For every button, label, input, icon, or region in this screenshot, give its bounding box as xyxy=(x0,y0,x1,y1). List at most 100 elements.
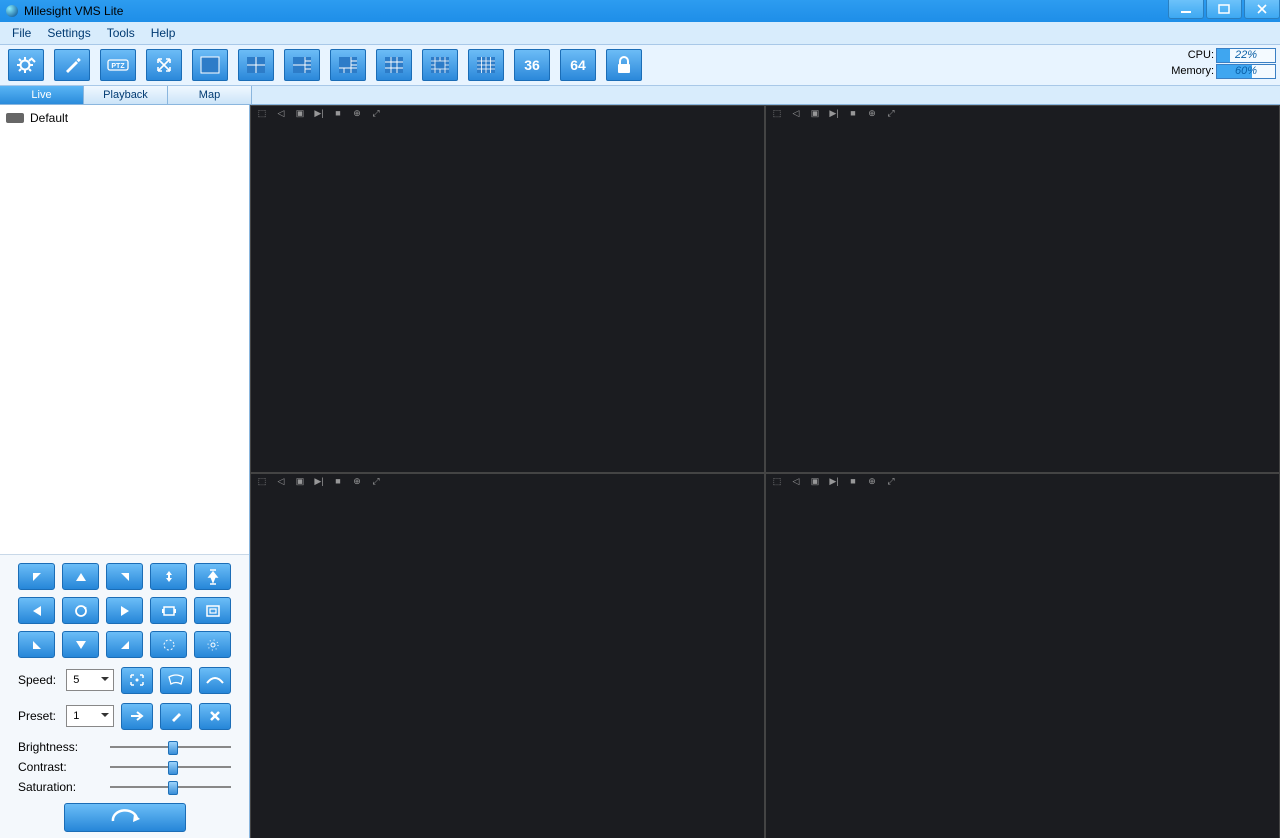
focus-near-button[interactable] xyxy=(150,597,187,624)
device-tree[interactable]: Default xyxy=(0,105,249,554)
app-icon xyxy=(6,5,18,17)
ptz-down-right[interactable] xyxy=(106,631,143,658)
iris-open-button[interactable] xyxy=(150,631,187,658)
aux-focus-button[interactable] xyxy=(121,667,153,694)
video-pane-3[interactable]: ⬚ ◁ ▣ ▶| ■ ⊕ ⤢ xyxy=(250,473,765,838)
ptz-up-left[interactable] xyxy=(18,563,55,590)
tab-map[interactable]: Map xyxy=(168,86,252,104)
maximize-button[interactable] xyxy=(1206,0,1242,19)
contrast-slider[interactable] xyxy=(110,759,231,775)
preset-label: Preset: xyxy=(18,709,59,723)
mute-icon[interactable]: ◁ xyxy=(791,108,801,119)
ptz-button[interactable]: PTZ xyxy=(100,49,136,81)
record-icon[interactable]: ⬚ xyxy=(772,476,782,487)
title-bar: Milesight VMS Lite xyxy=(0,0,1280,22)
fullscreen-icon[interactable]: ⤢ xyxy=(886,108,896,119)
stop-icon[interactable]: ■ xyxy=(848,108,858,119)
video-pane-4[interactable]: ⬚ ◁ ▣ ▶| ■ ⊕ ⤢ xyxy=(765,473,1280,838)
video-grid: ⬚ ◁ ▣ ▶| ■ ⊕ ⤢ ⬚ ◁ ▣ ▶| ■ ⊕ ⤢ ⬚ xyxy=(250,105,1280,838)
tab-playback[interactable]: Playback xyxy=(84,86,168,104)
wiper-button[interactable] xyxy=(160,667,192,694)
ptz-auto[interactable] xyxy=(62,597,99,624)
menu-file[interactable]: File xyxy=(4,26,39,40)
video-controls: ⬚ ◁ ▣ ▶| ■ ⊕ ⤢ xyxy=(772,108,896,119)
light-button[interactable] xyxy=(199,667,231,694)
brightness-slider[interactable] xyxy=(110,739,231,755)
ptz-right[interactable] xyxy=(106,597,143,624)
video-pane-2[interactable]: ⬚ ◁ ▣ ▶| ■ ⊕ ⤢ xyxy=(765,105,1280,473)
cpu-label: CPU: xyxy=(1188,49,1214,61)
fullscreen-icon[interactable]: ⤢ xyxy=(371,108,381,119)
ptz-up[interactable] xyxy=(62,563,99,590)
snapshot-icon[interactable]: ▣ xyxy=(810,476,820,487)
svg-text:PTZ: PTZ xyxy=(111,63,125,70)
tree-root-label: Default xyxy=(30,111,68,125)
preset-select[interactable]: 1 xyxy=(66,705,114,727)
saturation-slider[interactable] xyxy=(110,779,231,795)
video-controls: ⬚ ◁ ▣ ▶| ■ ⊕ ⤢ xyxy=(257,476,381,487)
preset-delete-button[interactable] xyxy=(199,703,231,730)
next-icon[interactable]: ▶| xyxy=(314,108,324,119)
layout-9-button[interactable] xyxy=(376,49,412,81)
preset-goto-button[interactable] xyxy=(121,703,153,730)
ptz-down[interactable] xyxy=(62,631,99,658)
brightness-label: Brightness: xyxy=(18,740,110,754)
layout-36-button[interactable]: 36 xyxy=(514,49,550,81)
layout-1-button[interactable] xyxy=(192,49,228,81)
lock-button[interactable] xyxy=(606,49,642,81)
mute-icon[interactable]: ◁ xyxy=(791,476,801,487)
menu-settings[interactable]: Settings xyxy=(39,26,98,40)
preset-set-button[interactable] xyxy=(160,703,192,730)
app-title: Milesight VMS Lite xyxy=(24,4,123,18)
layout-16-button[interactable] xyxy=(468,49,504,81)
record-icon[interactable]: ⬚ xyxy=(257,108,267,119)
fullscreen-icon[interactable]: ⤢ xyxy=(371,476,381,487)
zoom-icon[interactable]: ⊕ xyxy=(867,108,877,119)
next-icon[interactable]: ▶| xyxy=(829,476,839,487)
snapshot-icon[interactable]: ▣ xyxy=(295,108,305,119)
next-icon[interactable]: ▶| xyxy=(314,476,324,487)
next-icon[interactable]: ▶| xyxy=(829,108,839,119)
settings-button[interactable] xyxy=(8,49,44,81)
zoom-icon[interactable]: ⊕ xyxy=(867,476,877,487)
fullscreen-button[interactable] xyxy=(146,49,182,81)
record-icon[interactable]: ⬚ xyxy=(257,476,267,487)
tree-root[interactable]: Default xyxy=(6,111,243,125)
layout-64-button[interactable]: 64 xyxy=(560,49,596,81)
minimize-button[interactable] xyxy=(1168,0,1204,19)
menu-help[interactable]: Help xyxy=(143,26,184,40)
zoom-out-button[interactable] xyxy=(194,563,231,590)
video-pane-1[interactable]: ⬚ ◁ ▣ ▶| ■ ⊕ ⤢ xyxy=(250,105,765,473)
main-toolbar: PTZ 36 64 CPU: 22% Memory: 60% xyxy=(0,45,1280,86)
tab-live[interactable]: Live xyxy=(0,86,84,104)
menu-bar: File Settings Tools Help xyxy=(0,22,1280,45)
zoom-icon[interactable]: ⊕ xyxy=(352,108,362,119)
iris-close-button[interactable] xyxy=(194,631,231,658)
speed-select[interactable]: 5 xyxy=(66,669,114,691)
mute-icon[interactable]: ◁ xyxy=(276,476,286,487)
ptz-down-left[interactable] xyxy=(18,631,55,658)
layout-13-button[interactable] xyxy=(422,49,458,81)
reset-button[interactable] xyxy=(64,803,186,832)
layout-4-button[interactable] xyxy=(238,49,274,81)
fullscreen-icon[interactable]: ⤢ xyxy=(886,476,896,487)
layout-8-button[interactable] xyxy=(330,49,366,81)
layout-6-button[interactable] xyxy=(284,49,320,81)
record-icon[interactable]: ⬚ xyxy=(772,108,782,119)
sidebar: Default xyxy=(0,105,250,838)
stop-icon[interactable]: ■ xyxy=(333,108,343,119)
ptz-left[interactable] xyxy=(18,597,55,624)
memory-meter: 60% xyxy=(1216,64,1276,79)
ptz-up-right[interactable] xyxy=(106,563,143,590)
focus-far-button[interactable] xyxy=(194,597,231,624)
snapshot-icon[interactable]: ▣ xyxy=(810,108,820,119)
menu-tools[interactable]: Tools xyxy=(99,26,143,40)
stop-icon[interactable]: ■ xyxy=(333,476,343,487)
stop-icon[interactable]: ■ xyxy=(848,476,858,487)
mute-icon[interactable]: ◁ xyxy=(276,108,286,119)
edit-button[interactable] xyxy=(54,49,90,81)
close-button[interactable] xyxy=(1244,0,1280,19)
snapshot-icon[interactable]: ▣ xyxy=(295,476,305,487)
zoom-in-button[interactable] xyxy=(150,563,187,590)
zoom-icon[interactable]: ⊕ xyxy=(352,476,362,487)
